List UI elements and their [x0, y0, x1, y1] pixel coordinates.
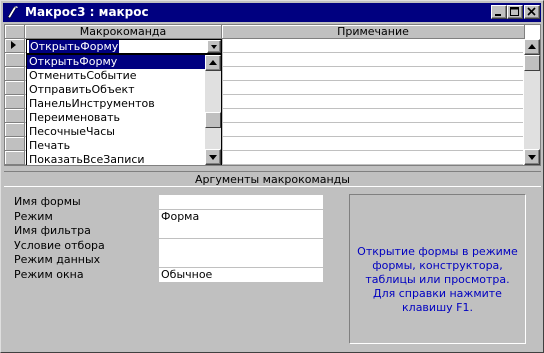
row-selector[interactable] [5, 123, 25, 137]
help-text: Открытие формы в режиме формы, конструкт… [357, 245, 518, 314]
grid-scroll-down-button[interactable] [524, 149, 540, 165]
argument-label: Режим данных [14, 253, 101, 266]
arrow-up-icon [528, 44, 536, 49]
window-title: Макрос3 : макрос [25, 5, 149, 19]
row-selector[interactable] [5, 137, 25, 151]
argument-field[interactable]: Обычное [159, 268, 323, 282]
argument-label: Режим окна [14, 268, 84, 281]
grid-corner [5, 25, 25, 39]
column-divider [222, 67, 223, 81]
column-header-comment[interactable]: Примечание [222, 25, 525, 39]
argument-field[interactable] [159, 224, 323, 238]
column-divider [222, 151, 223, 165]
dropdown-scroll-up-button[interactable] [205, 55, 221, 71]
minimize-icon [495, 14, 501, 16]
grid-scroll-thumb[interactable] [524, 55, 540, 71]
combobox-dropdown-button[interactable] [207, 40, 221, 53]
macro-grid: Макрокоманда Примечание ОткрытьФорму Отк… [4, 24, 541, 166]
argument-label: Режим [14, 210, 53, 223]
argument-field[interactable]: Форма [159, 210, 323, 224]
macro-window: Макрос3 : макрос Макрокоманда Примечание… [0, 0, 544, 353]
dropdown-scrollbar[interactable] [205, 55, 221, 165]
arrow-down-icon [209, 155, 217, 160]
dropdown-option[interactable]: ПесочныеЧасы [27, 125, 205, 139]
dropdown-option[interactable]: Переименовать [27, 111, 205, 125]
column-divider [222, 137, 223, 151]
argument-label: Имя фильтра [14, 224, 91, 237]
column-divider [222, 95, 223, 109]
argument-label: Имя формы [14, 195, 81, 208]
argument-field[interactable] [159, 253, 323, 267]
argument-field[interactable] [159, 239, 323, 253]
grid-scrollbar[interactable] [524, 39, 540, 165]
close-icon [527, 7, 536, 16]
row-selector[interactable] [5, 67, 25, 81]
arguments-header: Аргументы макрокоманды [4, 171, 541, 187]
help-panel: Открытие формы в режиме формы, конструкт… [349, 194, 526, 344]
chevron-down-icon [211, 45, 217, 49]
grid-scroll-up-button[interactable] [524, 39, 540, 55]
minimize-button[interactable] [491, 5, 507, 19]
action-combobox[interactable]: ОткрытьФорму [26, 39, 222, 54]
dropdown-option[interactable]: ПанельИнструментов [27, 97, 205, 111]
column-divider [222, 109, 223, 123]
row-selector[interactable] [5, 39, 25, 53]
row-selector[interactable] [5, 53, 25, 67]
maximize-button[interactable] [507, 5, 523, 19]
row-selector[interactable] [5, 109, 25, 123]
action-combobox-value: ОткрытьФорму [29, 40, 120, 53]
row-selector[interactable] [5, 151, 25, 165]
column-divider [222, 81, 223, 95]
title-bar[interactable]: Макрос3 : макрос [3, 3, 541, 22]
column-header-action[interactable]: Макрокоманда [25, 25, 222, 39]
dropdown-option[interactable]: ОтменитьСобытие [27, 69, 205, 83]
dropdown-option[interactable]: ОткрытьФорму [27, 55, 205, 69]
dropdown-option[interactable]: ПоказатьВсеЗаписи [27, 153, 205, 165]
column-divider [222, 53, 223, 67]
macro-icon [7, 6, 18, 19]
dropdown-scroll-thumb[interactable] [205, 112, 221, 128]
dropdown-scroll-down-button[interactable] [205, 149, 221, 165]
row-selector[interactable] [5, 95, 25, 109]
arrow-down-icon [528, 155, 536, 160]
arrow-up-icon [209, 60, 217, 65]
current-row-icon [11, 41, 16, 49]
row-selector[interactable] [5, 81, 25, 95]
argument-field[interactable] [159, 195, 323, 209]
column-divider [222, 123, 223, 137]
close-button[interactable] [524, 5, 540, 19]
column-divider [222, 39, 223, 53]
dropdown-option[interactable]: ОтправитьОбъект [27, 83, 205, 97]
dropdown-option[interactable]: Печать [27, 139, 205, 153]
argument-label: Условие отбора [14, 239, 105, 252]
maximize-icon [510, 7, 519, 16]
action-dropdown-list[interactable]: ОткрытьФорму ОтменитьСобытие ОтправитьОбъе… [26, 54, 222, 165]
